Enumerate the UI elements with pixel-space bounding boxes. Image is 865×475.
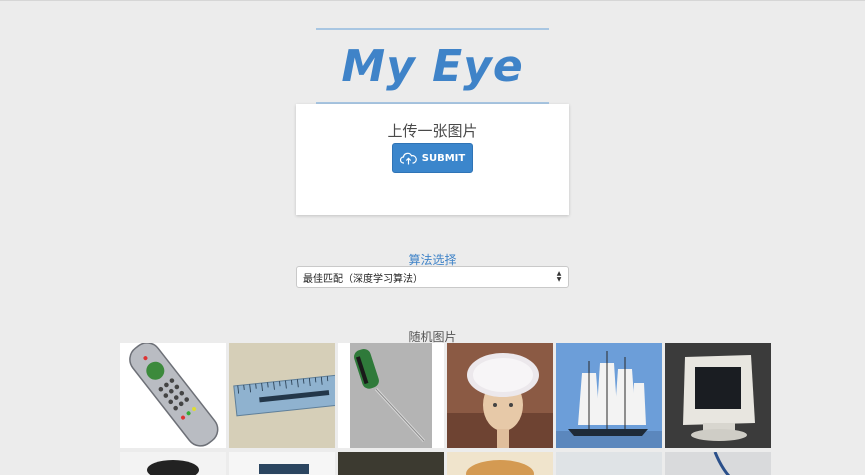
logo-banner: My Eye: [316, 28, 549, 104]
submit-label: SUBMIT: [421, 152, 466, 164]
random-image-partial-1[interactable]: [120, 452, 226, 475]
upload-card: 上传一张图片 SUBMIT: [296, 104, 569, 215]
random-image-partial-3[interactable]: [338, 452, 444, 475]
algorithm-selected-value: 最佳匹配（深度学习算法）: [303, 273, 423, 285]
random-image-partial-5[interactable]: [556, 452, 662, 475]
random-image-screwdriver[interactable]: [338, 343, 444, 448]
random-image-remote[interactable]: [120, 343, 226, 448]
upload-title: 上传一张图片: [387, 122, 478, 140]
random-image-crt-monitor[interactable]: [665, 343, 771, 448]
algorithm-select[interactable]: 最佳匹配（深度学习算法） ▲ ▼: [296, 266, 569, 288]
random-image-partial-6[interactable]: [665, 452, 771, 475]
select-arrows-icon: ▲ ▼: [556, 270, 562, 283]
submit-button[interactable]: SUBMIT: [392, 143, 473, 173]
random-image-mannequin[interactable]: [447, 343, 553, 448]
random-image-partial-2[interactable]: [229, 452, 335, 475]
app-logo: My Eye: [341, 40, 524, 92]
cloud-upload-icon: [399, 152, 417, 165]
random-image-partial-4[interactable]: [447, 452, 553, 475]
random-image-sailing-ship[interactable]: [556, 343, 662, 448]
random-image-ruler[interactable]: [229, 343, 335, 448]
